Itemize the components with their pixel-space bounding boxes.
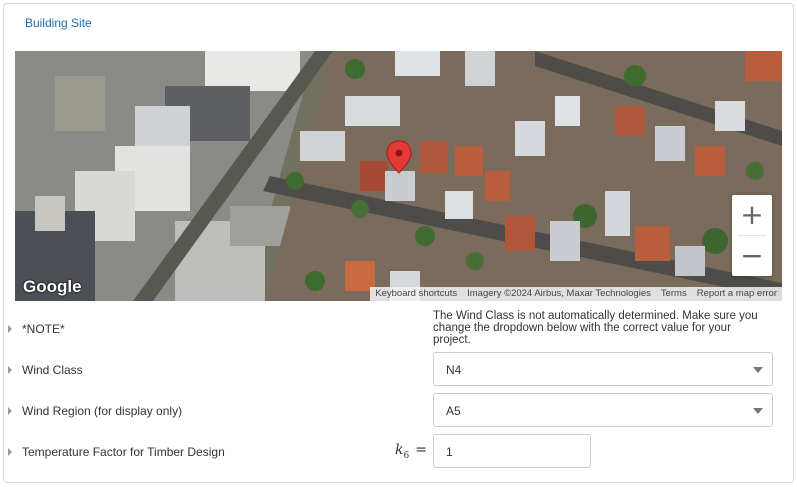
zoom-out-button[interactable]: − xyxy=(732,236,772,276)
temperature-factor-input[interactable]: 1 xyxy=(433,434,591,468)
wind-region-select[interactable]: A5 xyxy=(433,393,773,427)
keyboard-shortcuts-link[interactable]: Keyboard shortcuts xyxy=(370,287,462,301)
temperature-label: Temperature Factor for Timber Design xyxy=(22,445,225,459)
wind-class-label: Wind Class xyxy=(22,363,83,377)
imagery-credit: Imagery ©2024 Airbus, Maxar Technologies xyxy=(467,288,651,299)
note-text: The Wind Class is not automatically dete… xyxy=(433,310,758,346)
satellite-map[interactable]: Google + − Keyboard shortcuts Imagery ©2… xyxy=(15,51,782,301)
temperature-factor-value: 1 xyxy=(446,445,453,459)
caret-right-icon xyxy=(8,407,12,415)
report-map-error-link[interactable]: Report a map error xyxy=(692,287,782,301)
wind-class-row[interactable]: Wind Class xyxy=(8,363,83,377)
terms-link[interactable]: Terms xyxy=(656,287,692,301)
dropdown-arrow-icon xyxy=(753,408,763,414)
temperature-row[interactable]: Temperature Factor for Timber Design xyxy=(8,445,225,459)
note-row[interactable]: *NOTE* xyxy=(8,322,65,336)
note-label: *NOTE* xyxy=(22,322,65,336)
caret-right-icon xyxy=(8,448,12,456)
wind-region-row[interactable]: Wind Region (for display only) xyxy=(8,404,182,418)
map-imagery xyxy=(15,51,782,301)
zoom-in-button[interactable]: + xyxy=(732,195,772,235)
map-attribution: Keyboard shortcuts Imagery ©2024 Airbus,… xyxy=(370,287,782,301)
zoom-control: + − xyxy=(732,195,772,276)
google-logo: Google xyxy=(23,277,82,296)
wind-region-label: Wind Region (for display only) xyxy=(22,404,183,418)
panel-title[interactable]: Building Site xyxy=(25,16,92,30)
caret-right-icon xyxy=(8,325,12,333)
wind-class-value: N4 xyxy=(446,363,462,377)
dropdown-arrow-icon xyxy=(753,367,763,373)
k-subscript: 6 xyxy=(403,450,410,461)
caret-right-icon xyxy=(8,366,12,374)
equals-sign: = xyxy=(415,442,427,458)
wind-class-select[interactable]: N4 xyxy=(433,352,773,386)
k6-symbol: k6 = xyxy=(395,442,427,461)
wind-region-value: A5 xyxy=(446,404,461,418)
